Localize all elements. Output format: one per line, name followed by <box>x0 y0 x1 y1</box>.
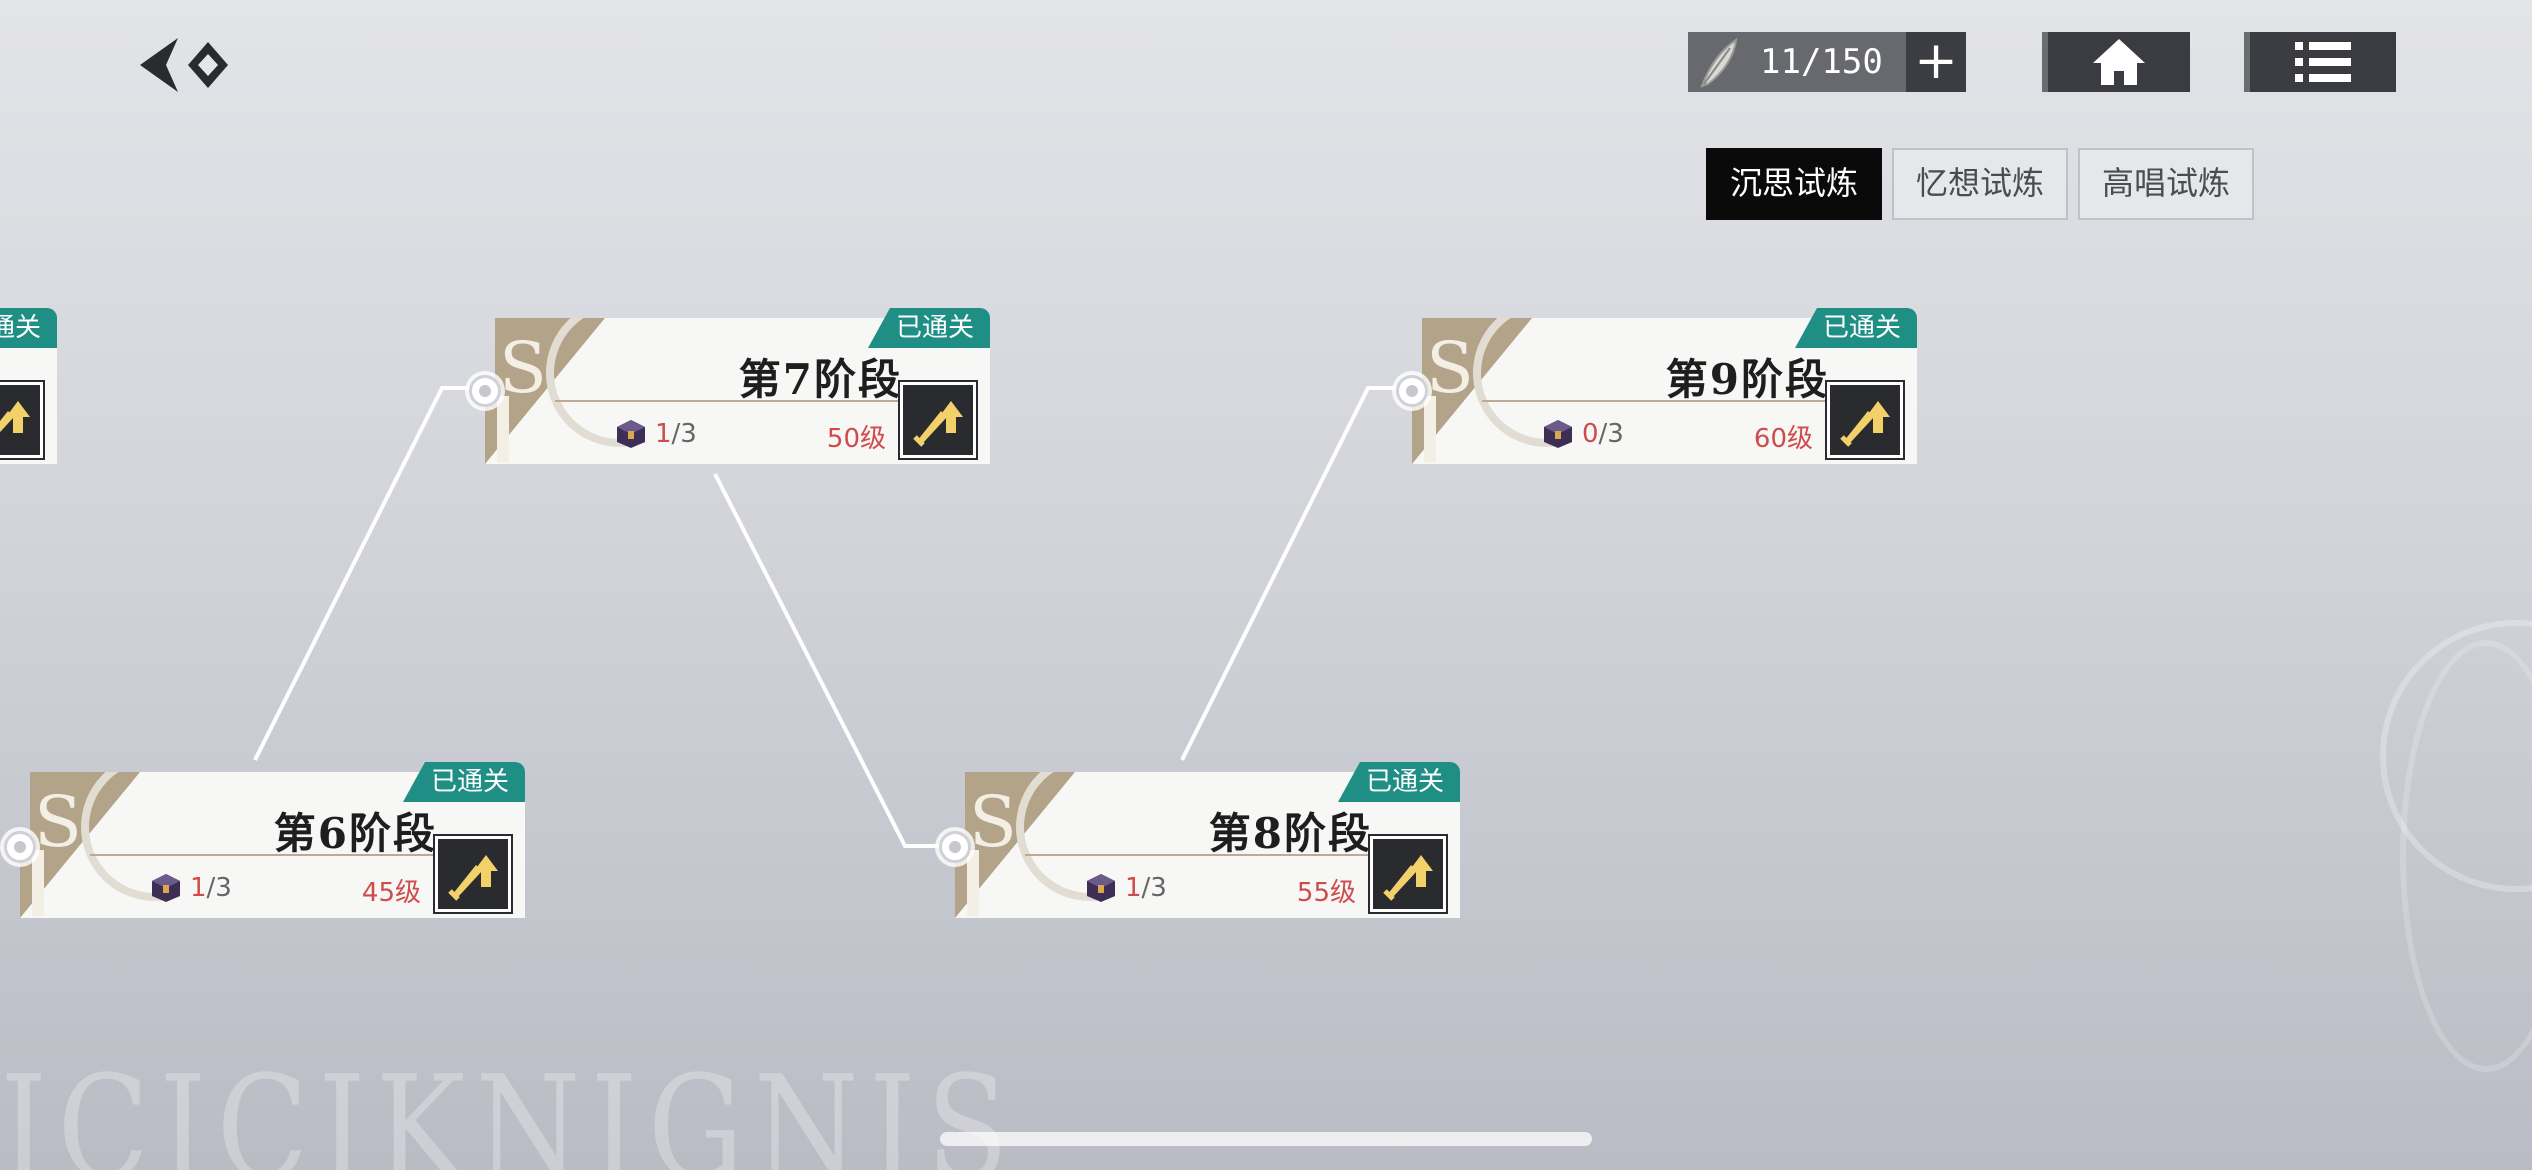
tab-high-chant-trial[interactable]: 高唱试炼 <box>2078 148 2255 220</box>
add-stamina-button[interactable]: + <box>1906 32 1966 92</box>
stage-upgrade-button[interactable] <box>1370 836 1446 912</box>
stamina-value: 11/150 <box>1760 42 1883 82</box>
chest-progress: 0 /3 <box>1542 418 1624 450</box>
sword-upgrade-icon <box>0 401 30 433</box>
progress-total: /3 <box>671 419 697 449</box>
required-level: 55级 <box>1296 878 1356 908</box>
stage-card-7[interactable]: S 第7阶段 1 /3 50级 已通关 <box>469 308 990 464</box>
list-menu-icon <box>2295 42 2351 82</box>
sword-upgrade-icon <box>448 855 498 901</box>
treasure-box-icon <box>1544 420 1572 448</box>
treasure-box-icon <box>1087 874 1115 902</box>
stage-upgrade-button[interactable] <box>0 382 43 458</box>
path-node <box>1396 375 1428 407</box>
chest-progress: 1 /3 <box>615 418 697 450</box>
chest-progress: 1 /3 <box>1085 872 1167 904</box>
required-level: 45级 <box>361 878 421 908</box>
path-node <box>4 831 36 863</box>
sword-upgrade-icon <box>913 401 963 447</box>
required-level: 50级 <box>826 424 886 454</box>
sword-upgrade-icon <box>1840 401 1890 447</box>
tab-memory-trial[interactable]: 忆想试炼 <box>1892 148 2069 220</box>
required-level: 60级 <box>1753 424 1813 454</box>
progress-total: /3 <box>206 873 232 903</box>
stage-card-9[interactable]: S 第9阶段 0 /3 60级 已通关 <box>1396 308 1917 464</box>
menu-button[interactable] <box>2244 32 2396 92</box>
connector-8-9 <box>1180 386 1412 761</box>
stage-card-5[interactable]: 已通关 <box>0 308 57 464</box>
stage-upgrade-button[interactable] <box>435 836 511 912</box>
progress-total: /3 <box>1141 873 1167 903</box>
progress-count: 1 <box>190 873 207 903</box>
stamina-counter: 11/150 + <box>1688 32 1966 92</box>
chest-progress: 1 /3 <box>150 872 232 904</box>
game-screen: SICNI NG ICICIKNIGNIS 11/150 + <box>0 0 2532 1170</box>
tab-contemplation-trial[interactable]: 沉思试炼 <box>1706 148 1883 220</box>
treasure-box-icon <box>617 420 645 448</box>
back-button[interactable] <box>136 30 236 100</box>
connector-7-8 <box>713 473 955 848</box>
stage-card-6[interactable]: S 第6阶段 1 /3 45级 已通关 <box>4 762 525 918</box>
home-button[interactable] <box>2042 32 2190 92</box>
stage-title: 第8阶段 <box>1208 809 1372 858</box>
progress-count: 1 <box>1125 873 1142 903</box>
feather-quill-icon <box>1688 32 1750 92</box>
home-icon <box>2093 39 2145 85</box>
stage-title: 第9阶段 <box>1665 355 1829 404</box>
stage-upgrade-button[interactable] <box>1827 382 1903 458</box>
trial-tabs: 沉思试炼 忆想试炼 高唱试炼 <box>1706 148 2255 220</box>
double-chevron-back-icon <box>140 38 228 92</box>
stage-title: 第7阶段 <box>738 355 902 404</box>
stage-title: 第6阶段 <box>273 809 437 858</box>
sword-upgrade-icon <box>1383 855 1433 901</box>
progress-count: 1 <box>655 419 672 449</box>
path-node <box>939 831 971 863</box>
cleared-badge: 已通关 <box>0 308 57 348</box>
stage-card-8[interactable]: S 第8阶段 1 /3 55级 已通关 <box>939 762 1460 918</box>
connector-6-7 <box>253 386 485 761</box>
home-indicator-bar[interactable] <box>940 1132 1592 1146</box>
path-node <box>469 375 501 407</box>
progress-total: /3 <box>1598 419 1624 449</box>
treasure-box-icon <box>152 874 180 902</box>
progress-count: 0 <box>1582 419 1599 449</box>
stage-upgrade-button[interactable] <box>900 382 976 458</box>
